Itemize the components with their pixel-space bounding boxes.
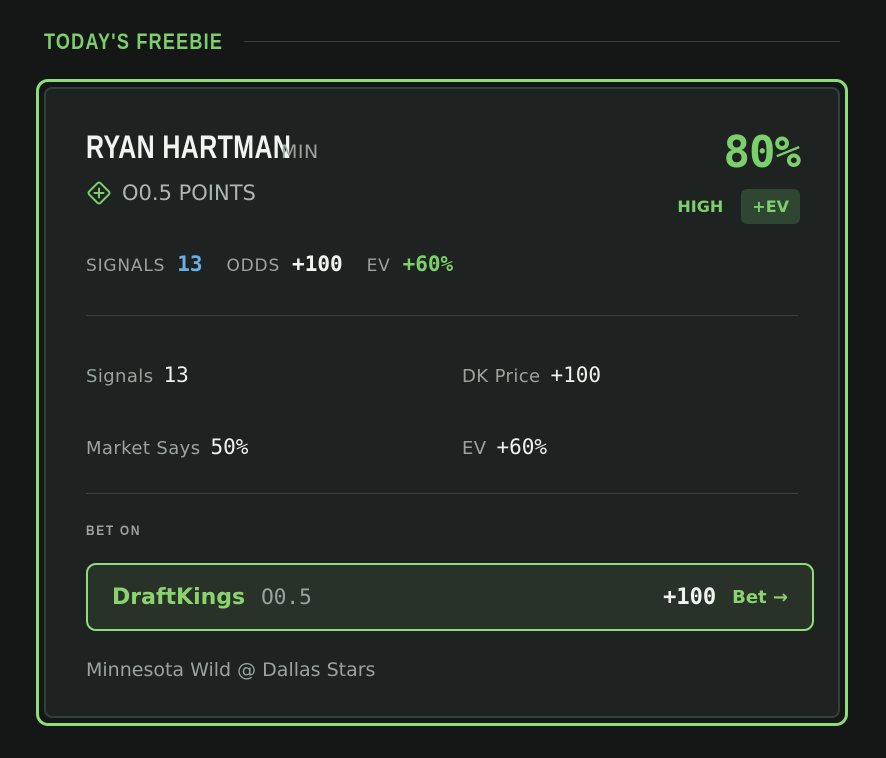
matchup-text: Minnesota Wild @ Dallas Stars — [86, 659, 376, 681]
confidence-label: HIGH — [677, 197, 724, 216]
signals-label: SIGNALS — [86, 256, 166, 276]
prop-line: O0.5 POINTS — [86, 180, 256, 206]
bet-line: O0.5 — [261, 585, 312, 609]
ev-value: +60% — [402, 252, 454, 276]
detail-dk-price-label: DK Price — [462, 366, 541, 387]
player-name: RYAN HARTMAN — [86, 129, 292, 165]
detail-ev: EV +60% — [462, 435, 547, 459]
detail-dk-price-value: +100 — [550, 363, 602, 387]
sportsbook-bet-row[interactable]: DraftKings O0.5 +100 Bet → — [86, 563, 814, 631]
detail-signals: Signals 13 — [86, 363, 189, 387]
confidence-row: HIGH +EV — [677, 189, 800, 224]
odds-label: ODDS — [226, 256, 281, 276]
bet-button[interactable]: Bet → — [732, 587, 788, 608]
plus-diamond-icon — [87, 181, 111, 205]
section-divider — [244, 41, 840, 42]
detail-market-value: 50% — [210, 435, 249, 459]
section-title: TODAY'S FREEBIE — [44, 29, 224, 54]
detail-signals-value: 13 — [163, 363, 189, 387]
freebie-card-frame: RYAN HARTMAN MIN O0.5 POINTS 80% HIGH +E… — [36, 79, 848, 726]
stats-strip: SIGNALS 13 ODDS +100 EV +60% — [86, 252, 477, 276]
signals-value: 13 — [177, 252, 203, 276]
detail-market-label: Market Says — [86, 438, 201, 459]
detail-dk-price: DK Price +100 — [462, 363, 601, 387]
bet-odds: +100 — [663, 584, 717, 610]
detail-ev-value: +60% — [496, 435, 548, 459]
divider — [86, 315, 798, 316]
divider — [86, 493, 798, 494]
pick-card: RYAN HARTMAN MIN O0.5 POINTS 80% HIGH +E… — [44, 87, 840, 718]
win-probability: 80% — [723, 127, 801, 178]
ev-label: EV — [366, 256, 391, 276]
detail-market: Market Says 50% — [86, 435, 248, 459]
detail-signals-label: Signals — [86, 366, 154, 387]
team-abbr: MIN — [281, 141, 319, 163]
detail-ev-label: EV — [462, 438, 487, 459]
sportsbook-name: DraftKings — [112, 584, 246, 610]
section-header: TODAY'S FREEBIE — [44, 28, 840, 56]
ev-badge: +EV — [741, 189, 800, 224]
bet-on-heading: BET ON — [86, 522, 142, 538]
odds-value: +100 — [292, 252, 343, 276]
prop-text: O0.5 POINTS — [122, 181, 256, 205]
